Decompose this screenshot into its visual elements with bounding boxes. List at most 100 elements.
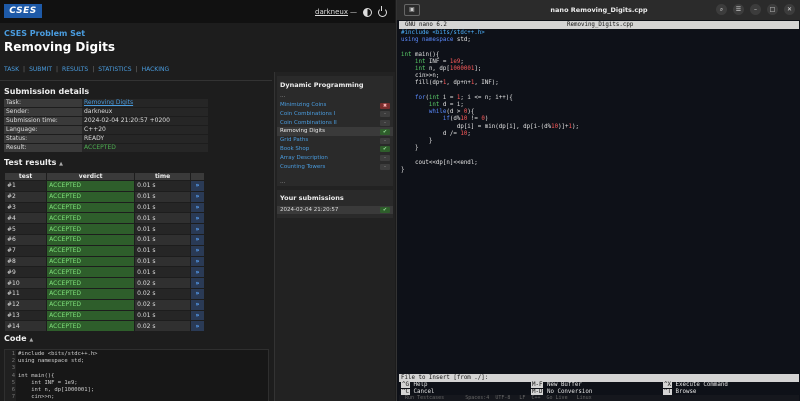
- cses-logo[interactable]: CSES: [4, 4, 42, 18]
- tab-separator: |: [56, 66, 59, 73]
- insert-file-prompt[interactable]: File to Insert [from ./]:: [399, 374, 799, 382]
- browser-window: CSES darkneux — CSES Problem Set Removin…: [0, 0, 395, 401]
- user-link[interactable]: darkneux: [315, 8, 348, 16]
- code-heading[interactable]: Code ▲: [4, 334, 33, 343]
- view-test-icon[interactable]: »: [190, 201, 205, 214]
- view-test-icon[interactable]: »: [190, 309, 205, 322]
- test-number: #8: [3, 255, 48, 268]
- editor-status-strip: Run Testcases Spaces:4 UTF-8 LF C++ Go L…: [399, 395, 799, 401]
- table-row: #14 ACCEPTED 0.02 s»: [3, 320, 205, 333]
- code-line: int n, dp[1000001];: [18, 387, 95, 394]
- maximize-icon[interactable]: □: [767, 4, 778, 15]
- terminal-titlebar: nano Removing_Digits.cpp ▣ ⌕ ☰ – □ ✕: [397, 0, 800, 20]
- your-submissions-box: Your submissions 2024-02-04 21:20:57 ✔: [277, 190, 393, 218]
- task-link[interactable]: Removing Digits: [82, 99, 208, 108]
- task-name: Coin Combinations II: [280, 119, 337, 126]
- new-tab-icon[interactable]: ▣: [404, 4, 420, 16]
- view-test-icon[interactable]: »: [190, 190, 205, 203]
- view-test-icon[interactable]: »: [190, 223, 205, 235]
- view-test-icon[interactable]: »: [190, 233, 205, 246]
- tab-task[interactable]: TASK: [4, 66, 19, 73]
- test-number: #10: [3, 277, 48, 289]
- column-header: time: [134, 172, 191, 181]
- task-name: Coin Combinations I: [280, 110, 336, 117]
- table-row: #10 ACCEPTED 0.02 s»: [3, 277, 205, 289]
- line-number: 5: [11, 379, 15, 386]
- verdict-cell: ACCEPTED: [46, 201, 136, 214]
- task-name: Removing Digits: [280, 128, 325, 135]
- tab-submit[interactable]: SUBMIT: [29, 66, 52, 73]
- minimize-icon[interactable]: –: [750, 4, 761, 15]
- shortcut-new-buffer[interactable]: New Buffer: [547, 382, 582, 388]
- nano-editor-body[interactable]: #include <bits/stdc++.h> using namespace…: [401, 30, 797, 370]
- view-test-icon[interactable]: »: [190, 287, 205, 300]
- column-header: [190, 172, 205, 181]
- dash-icon: –: [380, 137, 390, 144]
- task-list-item[interactable]: Coin Combinations I –: [277, 110, 393, 119]
- test-number: #6: [3, 233, 48, 246]
- test-results-heading[interactable]: Test results ▲: [4, 158, 63, 167]
- task-name: Minimizing Coins: [280, 102, 327, 108]
- time-cell: 0.01 s: [134, 212, 191, 225]
- tab-results[interactable]: RESULTS: [62, 66, 88, 73]
- view-test-icon[interactable]: »: [190, 298, 205, 311]
- collapse-arrow-icon[interactable]: ▲: [59, 161, 63, 167]
- line-number-gutter: 12345678: [5, 350, 16, 401]
- collapse-arrow-icon[interactable]: ▲: [29, 337, 33, 343]
- verdict-cell: ACCEPTED: [46, 320, 136, 333]
- task-list-item[interactable]: Grid Paths –: [277, 136, 393, 145]
- shortcut-execute-command[interactable]: Execute Command: [675, 382, 727, 388]
- task-list-item[interactable]: Book Shop ✔: [277, 145, 393, 154]
- site-title[interactable]: CSES Problem Set: [4, 29, 85, 38]
- detail-key: Result:: [4, 143, 82, 153]
- submission-details-heading: Submission details: [4, 87, 90, 96]
- view-test-icon[interactable]: »: [190, 266, 205, 279]
- view-test-icon[interactable]: »: [190, 255, 205, 268]
- verdict-cell: ACCEPTED: [46, 287, 136, 300]
- detail-key: Language:: [4, 125, 82, 135]
- code-title: Code: [4, 334, 27, 343]
- test-number: #12: [3, 298, 48, 311]
- main-content: Submission details Task: Removing Digits …: [0, 80, 272, 401]
- dash-icon: –: [380, 120, 390, 127]
- contrast-toggle-icon[interactable]: [363, 7, 372, 17]
- test-results-table: test verdict time #1 ACCEPTED 0.01 s» #2 ACC…: [3, 172, 205, 333]
- view-test-icon[interactable]: »: [190, 180, 205, 192]
- task-tabs: TASK | SUBMIT | RESULTS | STATISTICS | H…: [4, 66, 169, 73]
- nano-header-bar: GNU nano 6.2 Removing_Digits.cpp: [399, 21, 799, 29]
- task-list-item[interactable]: Coin Combinations II –: [277, 119, 393, 128]
- task-list-item[interactable]: Counting Towers –: [277, 163, 393, 172]
- tab-statistics[interactable]: STATISTICS: [98, 66, 131, 73]
- view-test-icon[interactable]: »: [190, 320, 205, 333]
- task-list-item[interactable]: Array Description –: [277, 154, 393, 163]
- dash-icon: –: [380, 164, 390, 171]
- line-number: 6: [11, 387, 15, 394]
- check-icon: ✔: [380, 146, 390, 153]
- shortcut-key: ^G: [401, 382, 410, 388]
- detail-key: Submission time:: [4, 116, 82, 126]
- time-cell: 0.01 s: [134, 201, 191, 214]
- dash-icon: –: [380, 155, 390, 162]
- view-test-icon[interactable]: »: [190, 212, 205, 225]
- time-cell: 0.02 s: [134, 277, 191, 289]
- detail-value: READY: [82, 134, 208, 144]
- close-icon[interactable]: ✕: [784, 4, 795, 15]
- tab-hacking[interactable]: HACKING: [142, 66, 170, 73]
- shortcut-key: M-F: [531, 382, 544, 388]
- detail-key: Task:: [4, 99, 82, 108]
- task-list-item[interactable]: Removing Digits ✔: [277, 127, 393, 137]
- shortcut-help[interactable]: Help: [413, 382, 427, 388]
- view-test-icon[interactable]: »: [190, 277, 205, 289]
- time-cell: 0.01 s: [134, 233, 191, 246]
- view-test-icon[interactable]: »: [190, 244, 205, 257]
- task-list-item[interactable]: Minimizing Coins ✖: [277, 101, 393, 110]
- logout-icon[interactable]: [378, 5, 387, 17]
- table-row: #9 ACCEPTED 0.01 s»: [3, 266, 205, 279]
- submission-link[interactable]: 2024-02-04 21:20:57 ✔: [277, 206, 393, 214]
- search-icon[interactable]: ⌕: [716, 4, 727, 15]
- menu-icon[interactable]: ☰: [733, 4, 744, 15]
- table-row: #8 ACCEPTED 0.01 s»: [3, 255, 205, 268]
- code-viewer[interactable]: 12345678 #include <bits/stdc++.h>using n…: [4, 349, 269, 401]
- table-row: #1 ACCEPTED 0.01 s»: [3, 180, 205, 192]
- table-row: #6 ACCEPTED 0.01 s»: [3, 233, 205, 246]
